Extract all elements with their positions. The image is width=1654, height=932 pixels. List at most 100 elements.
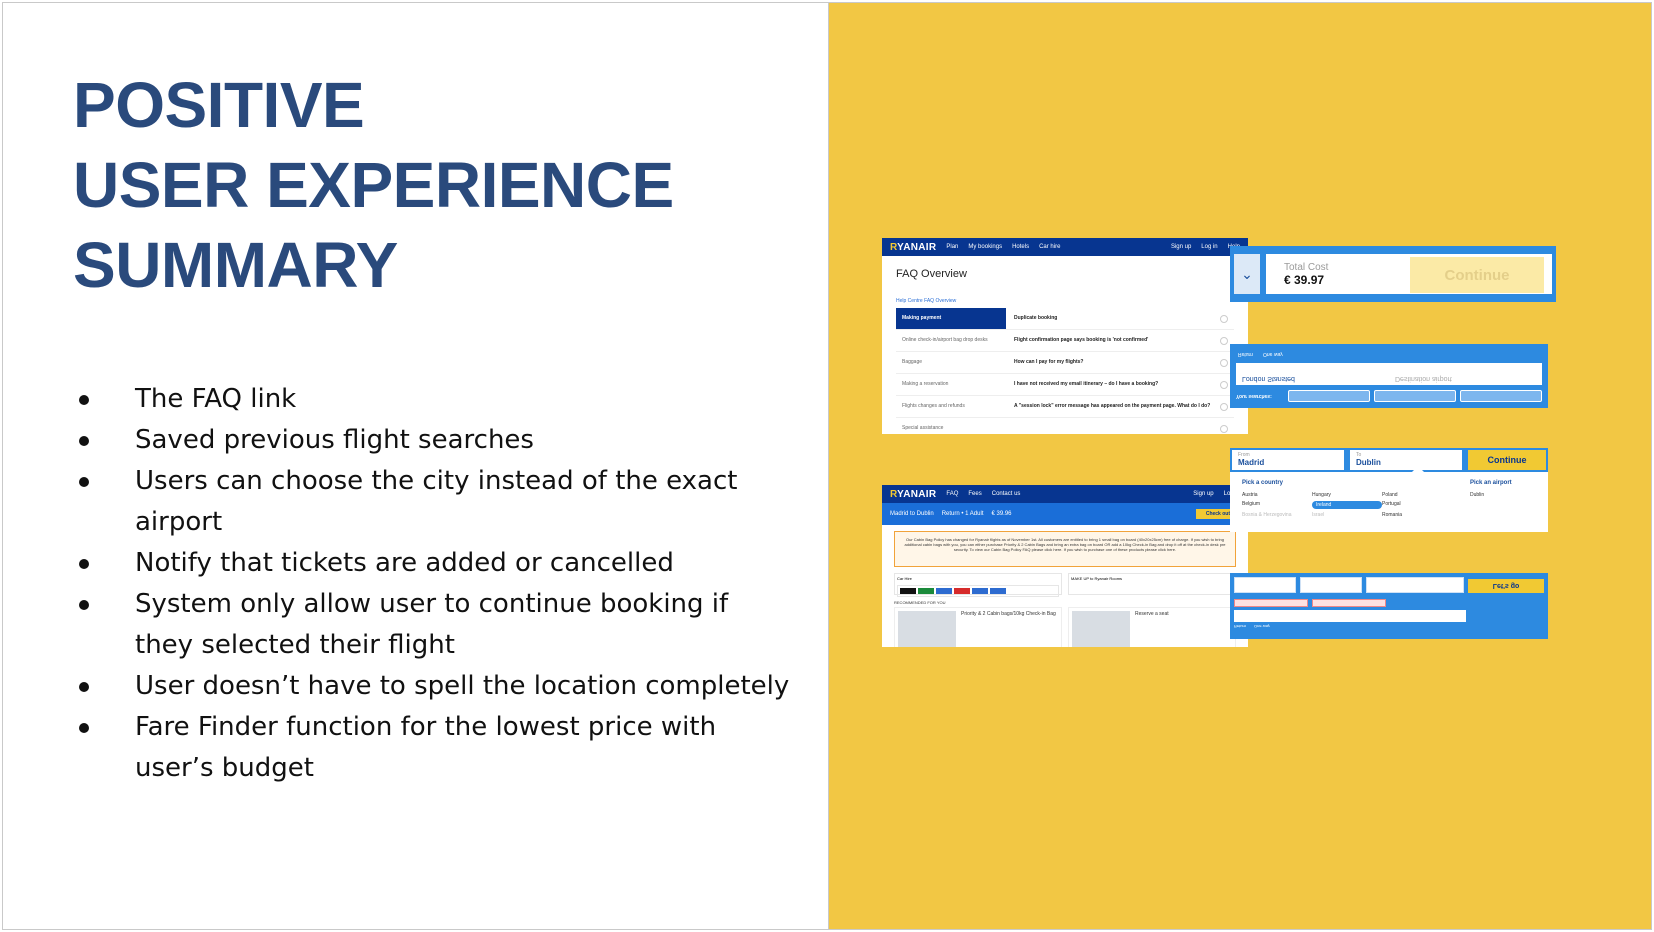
error-message — [1234, 599, 1308, 607]
trip-summary-bar: Madrid to Dublin Return • 1 Adult € 39.9… — [882, 503, 1248, 525]
date-field[interactable] — [1300, 577, 1362, 593]
date-field[interactable] — [1234, 577, 1296, 593]
to-field[interactable]: To Dublin — [1350, 450, 1462, 470]
passengers-field[interactable] — [1366, 577, 1464, 593]
nav-faq[interactable]: FAQ — [946, 491, 958, 497]
route-subtitle: Return • 1 Adult — [941, 511, 984, 517]
budget-field[interactable] — [1234, 610, 1466, 622]
faq-category-item[interactable]: Baggage — [896, 352, 1006, 374]
faq-question[interactable]: How can I pay for my flights? — [1006, 352, 1234, 374]
faq-question[interactable]: Flight confirmation page says booking is… — [1006, 330, 1234, 352]
country-option-selected[interactable]: Ireland — [1312, 501, 1382, 509]
bullet-item: Notify that tickets are added or cancell… — [73, 543, 793, 584]
bullet-item: Saved previous flight searches — [73, 420, 793, 461]
fare-finder-fields: Let's go — [1234, 577, 1544, 593]
continue-button[interactable]: Continue — [1468, 450, 1546, 470]
radio-one-way[interactable]: One way — [1254, 624, 1270, 629]
faq-category-list: Making payment Online check-in/airport b… — [896, 308, 1006, 434]
chevron-down-icon[interactable]: ⌄ — [1234, 254, 1260, 294]
route-bar: From Madrid To Dublin Continue — [1230, 448, 1548, 472]
continue-button-disabled[interactable]: Continue — [1410, 257, 1544, 293]
summary-bullet-list: The FAQ link Saved previous flight searc… — [73, 379, 793, 789]
country-option[interactable]: Poland — [1382, 492, 1452, 498]
from-field[interactable]: From Madrid — [1232, 450, 1344, 470]
faq-category-item[interactable]: Making payment — [896, 308, 1006, 330]
country-option[interactable]: Israel — [1312, 512, 1382, 518]
country-option[interactable]: Belgium — [1242, 501, 1312, 509]
booking-header: RYANAIR FAQ Fees Contact us Sign up Log … — [882, 485, 1248, 503]
search-fields: London Stansted Destination airport — [1236, 363, 1542, 385]
location-picker: Pick a country Austria Hungary Poland Be… — [1230, 472, 1548, 526]
left-panel: POSITIVE USER EXPERIENCE SUMMARY The FAQ… — [3, 3, 828, 929]
lets-go-button[interactable]: Let's go — [1468, 579, 1544, 593]
nav-my-bookings[interactable]: My bookings — [968, 244, 1002, 250]
faq-header: RYANAIR Plan My bookings Hotels Car hire… — [882, 238, 1248, 256]
saved-search-row: Your searches: — [1230, 387, 1548, 408]
saved-search-chip[interactable] — [1374, 390, 1456, 402]
faq-question[interactable]: I have not received my email itinerary –… — [1006, 374, 1234, 396]
title-line-2: USER EXPERIENCE — [73, 149, 674, 221]
faq-question[interactable]: Duplicate booking — [1006, 308, 1234, 330]
faq-category-item[interactable]: Flights changes and refunds — [896, 396, 1006, 418]
destination-field[interactable]: Destination airport — [1389, 363, 1542, 385]
country-option[interactable]: Romania — [1382, 512, 1452, 518]
trip-type-options: Return One way — [1234, 624, 1544, 629]
country-option[interactable]: Bosnia & Herzegovina — [1242, 512, 1312, 518]
radio-one-way[interactable]: One way — [1263, 351, 1283, 357]
country-option[interactable]: Portugal — [1382, 501, 1452, 509]
bullet-item: User doesn’t have to spell the location … — [73, 666, 793, 707]
to-value: Dublin — [1356, 458, 1381, 467]
nav-plan[interactable]: Plan — [946, 244, 958, 250]
nav-car-hire[interactable]: Car hire — [1039, 244, 1060, 250]
partner-bar: Car Hire MAKE UP to Ryanair Rooms — [894, 573, 1236, 597]
from-value: Madrid — [1238, 458, 1265, 467]
nav-sign-up[interactable]: Sign up — [1171, 244, 1191, 250]
saved-searches-screenshot: Your searches: London Stansted Destinati… — [1230, 344, 1548, 408]
cabin-bag-notice: Our Cabin Bag Policy has changed for Rya… — [894, 531, 1236, 567]
breadcrumb[interactable]: Help Centre FAQ Overview — [882, 280, 1248, 308]
hotels-label: MAKE UP to Ryanair Rooms — [1071, 576, 1123, 581]
bags-offer-card[interactable]: Priority & 2 Cabin bags/10kg Check-in Ba… — [894, 607, 1062, 647]
nav-fees[interactable]: Fees — [968, 491, 981, 497]
hotels-panel[interactable]: MAKE UP to Ryanair Rooms — [1068, 573, 1236, 595]
nav-contact-us[interactable]: Contact us — [992, 491, 1021, 497]
faq-question[interactable] — [1006, 418, 1234, 434]
car-hire-panel[interactable]: Car Hire — [894, 573, 1062, 597]
fare-finder-screenshot: Return One way Let's go — [1230, 573, 1548, 639]
saved-search-chip[interactable] — [1460, 390, 1542, 402]
faq-question-list: Duplicate booking Flight confirmation pa… — [1006, 308, 1234, 434]
seat-offer-card[interactable]: Reserve a seat — [1068, 607, 1236, 647]
nav-log-in[interactable]: Log in — [1201, 244, 1217, 250]
total-cost-screenshot: ⌄ Total Cost € 39.97 Continue — [1230, 246, 1556, 302]
country-column: Pick a country Austria Hungary Poland Be… — [1242, 480, 1452, 518]
nav-sign-up[interactable]: Sign up — [1193, 491, 1213, 497]
slide-title: POSITIVE USER EXPERIENCE SUMMARY — [73, 65, 674, 305]
airport-option[interactable]: Dublin — [1470, 492, 1512, 498]
country-grid: Austria Hungary Poland Belgium Ireland P… — [1242, 492, 1452, 518]
radio-return[interactable]: Return — [1238, 351, 1253, 357]
trip-type-options: Return One way — [1230, 347, 1548, 361]
route-title: Madrid to Dublin — [890, 511, 934, 517]
dropdown-pointer — [1412, 466, 1424, 472]
faq-category-item[interactable]: Online check-in/airport bag drop desks — [896, 330, 1006, 352]
recommended-label: RECOMMENDED FOR YOU — [894, 600, 946, 605]
ryanair-logo: RYANAIR — [890, 241, 937, 253]
country-option[interactable]: Hungary — [1312, 492, 1382, 498]
faq-title: FAQ Overview — [896, 268, 967, 280]
faq-screenshot: RYANAIR Plan My bookings Hotels Car hire… — [882, 238, 1248, 434]
faq-category-item[interactable]: Special assistance — [896, 418, 1006, 434]
country-option[interactable]: Austria — [1242, 492, 1312, 498]
origin-field[interactable]: London Stansted — [1236, 363, 1389, 385]
faq-category-item[interactable]: Making a reservation — [896, 374, 1006, 396]
car-brand-logos — [897, 585, 1059, 597]
radio-return[interactable]: Return — [1234, 624, 1246, 629]
faq-body: Making payment Online check-in/airport b… — [882, 308, 1248, 434]
title-line-3: SUMMARY — [73, 229, 398, 301]
saved-search-chip[interactable] — [1288, 390, 1370, 402]
bullet-item: The FAQ link — [73, 379, 793, 420]
bullet-item: Users can choose the city instead of the… — [73, 461, 793, 543]
right-panel-screenshots: RYANAIR Plan My bookings Hotels Car hire… — [828, 3, 1651, 929]
faq-question[interactable]: A "session lock" error message has appea… — [1006, 396, 1234, 418]
slide: POSITIVE USER EXPERIENCE SUMMARY The FAQ… — [2, 2, 1652, 930]
nav-hotels[interactable]: Hotels — [1012, 244, 1029, 250]
